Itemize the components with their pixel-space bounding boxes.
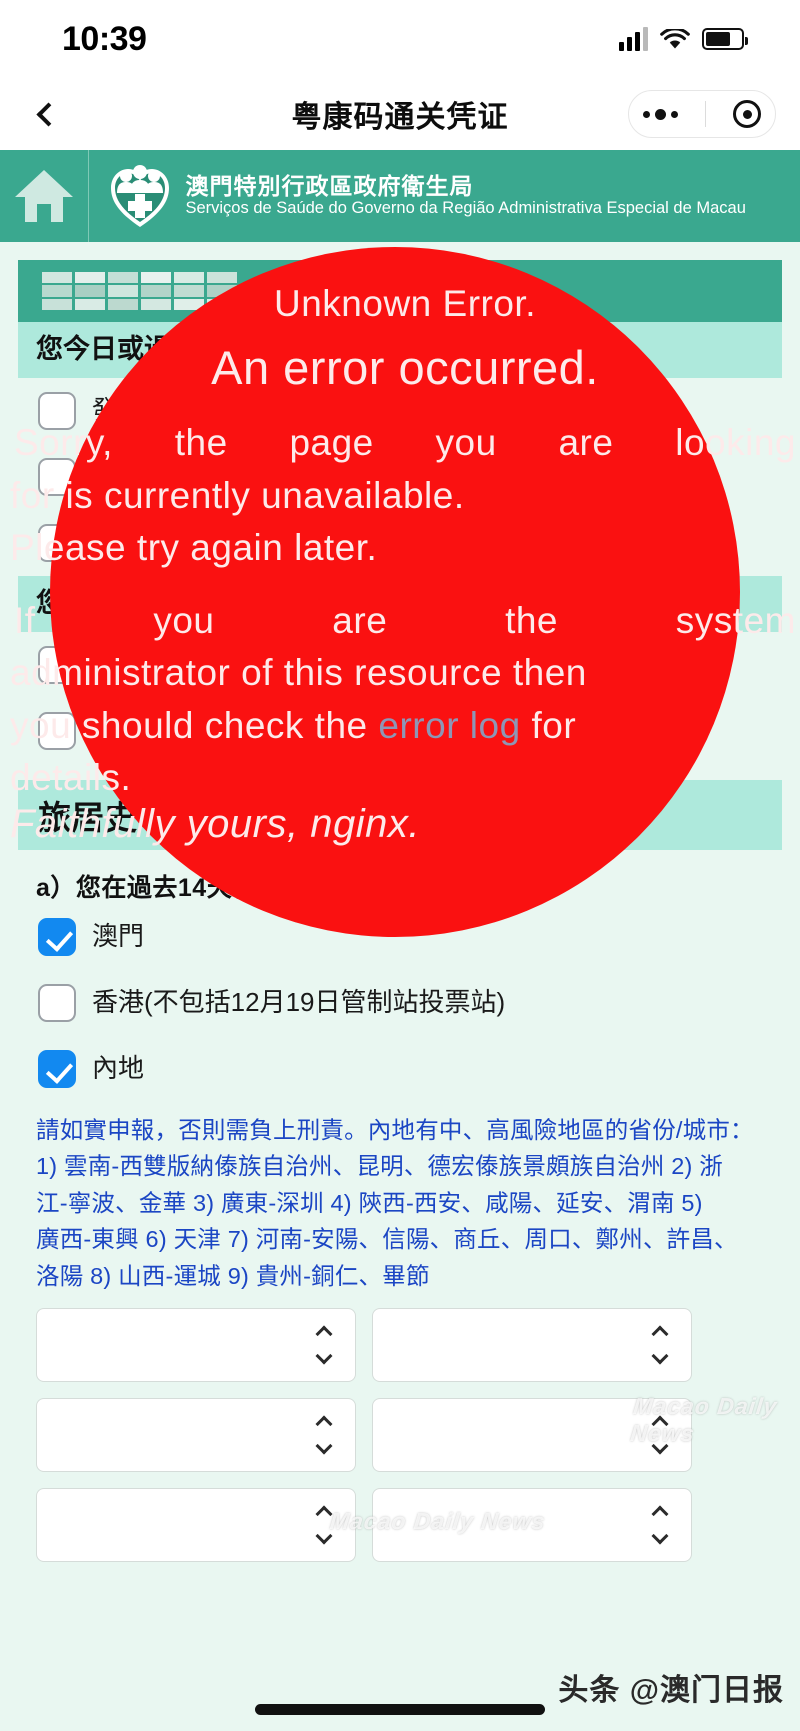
home-icon bbox=[11, 166, 77, 226]
wechat-capsule bbox=[628, 90, 776, 138]
select-chevron-icon bbox=[651, 1505, 669, 1545]
region-select[interactable] bbox=[372, 1308, 692, 1383]
region-select[interactable] bbox=[36, 1488, 356, 1563]
region-select[interactable] bbox=[36, 1398, 356, 1473]
checkbox-unchecked[interactable] bbox=[38, 712, 76, 750]
checkbox-checked[interactable] bbox=[38, 918, 76, 956]
select-chevron-icon bbox=[315, 1415, 333, 1455]
checkbox-unchecked[interactable] bbox=[38, 984, 76, 1022]
risk-note-line: 請如實申報，否則需負上刑責。內地有中、高風險地區的省份/城市： bbox=[36, 1117, 754, 1143]
watermark-toutiao: 头条 @澳门日报 bbox=[558, 1674, 784, 1707]
risk-note-line: 洛陽 8) 山西-運城 9) 貴州-銅仁、畢節 bbox=[36, 1262, 430, 1289]
status-bar: 10:39 bbox=[0, 0, 800, 78]
close-target-icon[interactable] bbox=[733, 100, 762, 128]
status-time: 10:39 bbox=[62, 20, 147, 58]
phone-screen: 10:39 粤康码通关凭证 澳門特別行政區政府衛生局 Serviços de S… bbox=[0, 0, 800, 1731]
gov-title-zh: 澳門特別行政區政府衛生局 bbox=[185, 172, 474, 199]
travel-option-label: 香港(不包括12月19日管制站投票站) bbox=[92, 987, 506, 1018]
wifi-icon bbox=[660, 27, 690, 51]
risk-note-line: 廣西-東興 6) 天津 7) 河南-安陽、信陽、商丘、周口、鄭州、許昌、 bbox=[36, 1226, 738, 1253]
travel-option-mainland[interactable]: 內地 bbox=[0, 1036, 800, 1102]
travel-option-label: 澳門 bbox=[92, 921, 145, 952]
watermark-macao-daily: Macao Daily News bbox=[629, 1393, 779, 1446]
select-chevron-icon bbox=[315, 1325, 333, 1365]
risk-note-line: 江-寧波、金華 3) 廣東-深圳 4) 陝西-西安、咸陽、延安、渭南 5) bbox=[36, 1189, 703, 1216]
status-icons bbox=[619, 27, 748, 51]
error-overlay-circle bbox=[50, 247, 740, 937]
health-services-shield-icon bbox=[109, 163, 171, 229]
home-indicator[interactable] bbox=[255, 1704, 545, 1715]
gov-title-text: 澳門特別行政區政府衛生局 Serviços de Saúde do Govern… bbox=[185, 173, 800, 219]
risk-note-line: 1) 雲南-西雙版納傣族自治州、昆明、德宏傣族景頗族自治州 2) 浙 bbox=[36, 1153, 724, 1180]
travel-option-label: 內地 bbox=[92, 1053, 145, 1084]
more-options-icon[interactable] bbox=[642, 108, 678, 120]
battery-icon bbox=[702, 28, 748, 50]
travel-option-hongkong[interactable]: 香港(不包括12月19日管制站投票站) bbox=[0, 970, 800, 1036]
gov-title-pt: Serviços de Saúde do Governo da Região A… bbox=[185, 199, 746, 218]
checkbox-unchecked[interactable] bbox=[38, 392, 76, 430]
home-button[interactable] bbox=[0, 150, 90, 242]
cellular-signal-icon bbox=[619, 27, 648, 51]
capsule-divider bbox=[704, 101, 706, 127]
select-chevron-icon bbox=[651, 1325, 669, 1365]
gov-header: 澳門特別行政區政府衛生局 Serviços de Saúde do Govern… bbox=[0, 150, 800, 242]
region-select[interactable] bbox=[36, 1308, 356, 1383]
checkbox-checked[interactable] bbox=[38, 1050, 76, 1088]
gov-logo-block: 澳門特別行政區政府衛生局 Serviços de Saúde do Govern… bbox=[89, 163, 800, 229]
risk-region-note: 請如實申報，否則需負上刑責。內地有中、高風險地區的省份/城市： 1) 雲南-西雙… bbox=[0, 1102, 800, 1294]
navigation-bar: 粤康码通关凭证 bbox=[0, 78, 800, 150]
watermark-macao-daily: Macao Daily News bbox=[328, 1508, 547, 1534]
